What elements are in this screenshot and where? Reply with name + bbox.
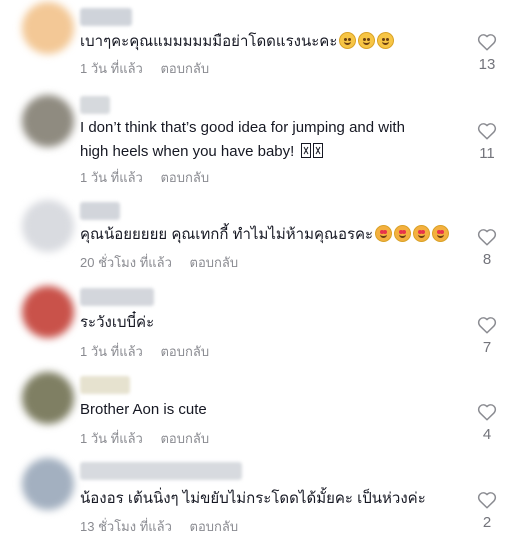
- username[interactable]: [80, 376, 130, 394]
- comment-text-content: เบาๆคะคุณแมมมมมมือย่าโดดแรงนะคะ: [80, 33, 338, 50]
- avatar[interactable]: [22, 2, 74, 54]
- comment-time: 1 วัน ที่แล้ว: [80, 170, 143, 185]
- comment-time: 1 วัน ที่แล้ว: [80, 344, 143, 359]
- comment-time: 13 ชั่วโมง ที่แล้ว: [80, 519, 172, 534]
- username[interactable]: [80, 202, 120, 220]
- username[interactable]: [80, 8, 132, 26]
- comment-time: 20 ชั่วโมง ที่แล้ว: [80, 255, 172, 270]
- comment-meta: 1 วัน ที่แล้ว ตอบกลับ: [80, 167, 209, 188]
- username[interactable]: [80, 288, 154, 306]
- comment-text: I don’t think that’s good idea for jumpi…: [80, 116, 460, 164]
- comment-text: Brother Aon is cute: [80, 398, 460, 422]
- comment-text-content: ระวังเบบี๋ค่ะ: [80, 314, 155, 331]
- reply-button[interactable]: ตอบกลับ: [190, 516, 239, 537]
- username[interactable]: [80, 96, 110, 114]
- like-button[interactable]: 13: [470, 33, 504, 73]
- heart-icon[interactable]: [477, 33, 497, 51]
- reply-button[interactable]: ตอบกลับ: [160, 341, 209, 362]
- like-count: 11: [479, 145, 495, 162]
- reply-button[interactable]: ตอบกลับ: [160, 167, 209, 188]
- comment-text: ระวังเบบี๋ค่ะ: [80, 311, 460, 335]
- comment-meta: 1 วัน ที่แล้ว ตอบกลับ: [80, 341, 209, 362]
- comment-text: น้องอร เต้นนิ่งๆ ไม่ขยับไม่กระโดดได้มั้ย…: [80, 487, 460, 511]
- avatar[interactable]: [22, 200, 74, 252]
- like-count: 8: [482, 251, 492, 268]
- username[interactable]: [80, 462, 242, 480]
- like-count: 4: [482, 426, 492, 443]
- avatar[interactable]: [22, 95, 74, 147]
- heart-icon[interactable]: [477, 491, 497, 509]
- avatar[interactable]: [22, 286, 74, 338]
- grinning-sweat-emoji: [377, 32, 395, 49]
- heart-icon[interactable]: [477, 316, 497, 334]
- avatar[interactable]: [22, 372, 74, 424]
- smiling-hearts-emoji: [394, 225, 412, 242]
- heart-icon[interactable]: [477, 403, 497, 421]
- comment-text: เบาๆคะคุณแมมมมมมือย่าโดดแรงนะคะ: [80, 30, 460, 54]
- reply-button[interactable]: ตอบกลับ: [160, 428, 209, 449]
- comment-meta: 1 วัน ที่แล้ว ตอบกลับ: [80, 428, 209, 449]
- like-count: 2: [482, 514, 492, 531]
- comment-time: 1 วัน ที่แล้ว: [80, 431, 143, 446]
- comment-time: 1 วัน ที่แล้ว: [80, 61, 143, 76]
- smiling-hearts-emoji: [432, 225, 450, 242]
- comment-text-line-content: high heels when you have baby!: [80, 143, 295, 160]
- like-count: 7: [482, 339, 492, 356]
- grinning-sweat-emoji: [339, 32, 357, 49]
- reply-button[interactable]: ตอบกลับ: [160, 58, 209, 79]
- grinning-sweat-emoji: [358, 32, 376, 49]
- reply-button[interactable]: ตอบกลับ: [190, 252, 239, 273]
- unsupported-glyph-icon: [300, 143, 311, 158]
- like-button[interactable]: 11: [470, 122, 504, 162]
- like-button[interactable]: 7: [470, 316, 504, 356]
- comment-meta: 1 วัน ที่แล้ว ตอบกลับ: [80, 58, 209, 79]
- like-count: 13: [478, 56, 496, 73]
- comment-text-line: high heels when you have baby!: [80, 140, 460, 164]
- comment-text: คุณน้อยยยยย คุณเทกกี้ ทำไมไม่ห้ามคุณอรคะ: [80, 223, 460, 247]
- comment-text-content: คุณน้อยยยยย คุณเทกกี้ ทำไมไม่ห้ามคุณอรคะ: [80, 226, 374, 243]
- comment-meta: 20 ชั่วโมง ที่แล้ว ตอบกลับ: [80, 252, 238, 273]
- comment-text-content: น้องอร เต้นนิ่งๆ ไม่ขยับไม่กระโดดได้มั้ย…: [80, 490, 426, 507]
- comment-text-line: I don’t think that’s good idea for jumpi…: [80, 119, 405, 136]
- unsupported-glyph-icon: [312, 143, 323, 158]
- like-button[interactable]: 8: [470, 228, 504, 268]
- comment-meta: 13 ชั่วโมง ที่แล้ว ตอบกลับ: [80, 516, 238, 537]
- heart-icon[interactable]: [477, 228, 497, 246]
- smiling-hearts-emoji: [375, 225, 393, 242]
- smiling-hearts-emoji: [413, 225, 431, 242]
- heart-icon[interactable]: [477, 122, 497, 140]
- like-button[interactable]: 4: [470, 403, 504, 443]
- like-button[interactable]: 2: [470, 491, 504, 531]
- comment-list: เบาๆคะคุณแมมมมมมือย่าโดดแรงนะคะ 1 วัน ที…: [0, 0, 521, 544]
- comment-text-content: Brother Aon is cute: [80, 401, 207, 418]
- avatar[interactable]: [22, 458, 74, 510]
